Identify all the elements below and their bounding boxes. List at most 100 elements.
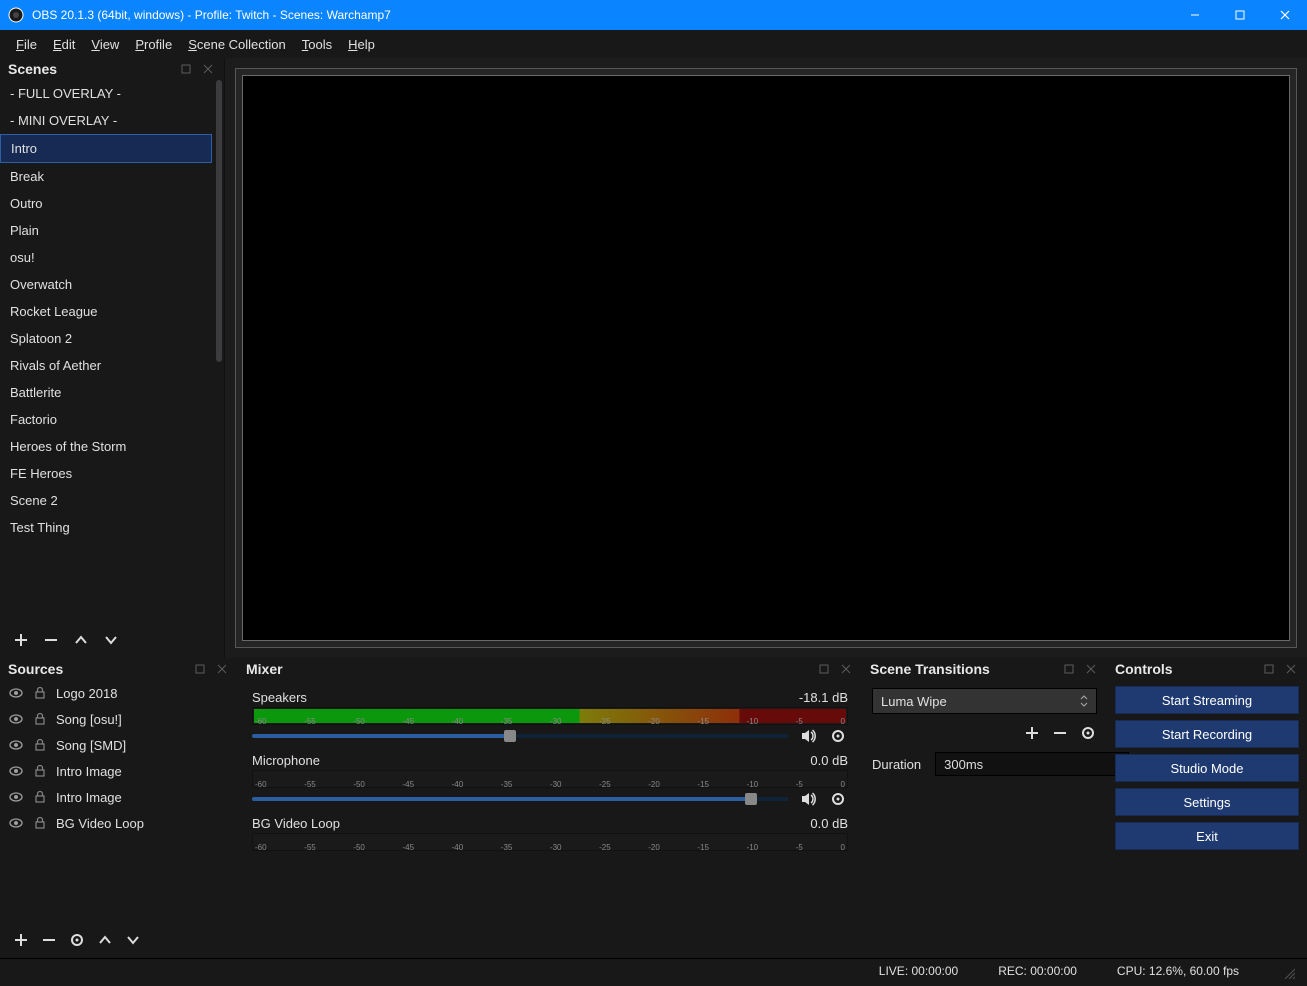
eye-icon[interactable] bbox=[8, 711, 24, 727]
duration-input[interactable] bbox=[935, 752, 1129, 776]
scene-item[interactable]: Outro bbox=[0, 190, 212, 217]
move-source-up-button[interactable] bbox=[96, 931, 114, 949]
control-button-start-recording[interactable]: Start Recording bbox=[1115, 720, 1299, 748]
menu-file[interactable]: File bbox=[8, 33, 45, 56]
gear-icon[interactable] bbox=[828, 726, 848, 746]
scene-item[interactable]: Heroes of the Storm bbox=[0, 433, 212, 460]
menu-tools[interactable]: Tools bbox=[294, 33, 340, 56]
control-button-studio-mode[interactable]: Studio Mode bbox=[1115, 754, 1299, 782]
mixer-panel: Mixer Speakers-18.1 dB-60-55-50-45-40-35… bbox=[238, 658, 862, 958]
controls-panel-title: Controls bbox=[1115, 661, 1173, 677]
speaker-icon[interactable] bbox=[798, 789, 818, 809]
scene-list[interactable]: - FULL OVERLAY -- MINI OVERLAY -IntroBre… bbox=[0, 80, 224, 622]
close-icon[interactable] bbox=[214, 661, 230, 677]
eye-icon[interactable] bbox=[8, 737, 24, 753]
volume-slider[interactable] bbox=[252, 797, 788, 801]
volume-slider[interactable] bbox=[252, 734, 788, 738]
lock-icon[interactable] bbox=[32, 685, 48, 701]
scene-item[interactable]: - FULL OVERLAY - bbox=[0, 80, 212, 107]
scene-item[interactable]: Rivals of Aether bbox=[0, 352, 212, 379]
close-icon[interactable] bbox=[1283, 661, 1299, 677]
source-item[interactable]: Song [osu!] bbox=[0, 706, 238, 732]
eye-icon[interactable] bbox=[8, 815, 24, 831]
lock-icon[interactable] bbox=[32, 815, 48, 831]
source-item[interactable]: BG Video Loop bbox=[0, 810, 238, 836]
lock-icon[interactable] bbox=[32, 763, 48, 779]
sources-list[interactable]: Logo 2018Song [osu!] Song [SMD] Intro Imag… bbox=[0, 680, 238, 922]
add-scene-button[interactable] bbox=[12, 631, 30, 649]
popout-icon[interactable] bbox=[192, 661, 208, 677]
preview-area bbox=[225, 58, 1307, 658]
scene-item[interactable]: Scene 2 bbox=[0, 487, 212, 514]
app-icon bbox=[6, 5, 26, 25]
transition-selected: Luma Wipe bbox=[881, 694, 947, 709]
speaker-icon[interactable] bbox=[798, 726, 818, 746]
eye-icon[interactable] bbox=[8, 763, 24, 779]
menu-profile[interactable]: Profile bbox=[127, 33, 180, 56]
add-source-button[interactable] bbox=[12, 931, 30, 949]
lock-icon[interactable] bbox=[32, 737, 48, 753]
mixer-body: Speakers-18.1 dB-60-55-50-45-40-35-30-25… bbox=[238, 680, 862, 958]
track-name: BG Video Loop bbox=[252, 816, 340, 831]
source-label: Song [SMD] bbox=[56, 738, 126, 753]
close-icon[interactable] bbox=[1083, 661, 1099, 677]
scene-item[interactable]: Rocket League bbox=[0, 298, 212, 325]
menu-edit[interactable]: Edit bbox=[45, 33, 83, 56]
control-button-start-streaming[interactable]: Start Streaming bbox=[1115, 686, 1299, 714]
scene-item[interactable]: osu! bbox=[0, 244, 212, 271]
popout-icon[interactable] bbox=[816, 661, 832, 677]
control-button-exit[interactable]: Exit bbox=[1115, 822, 1299, 850]
scene-item[interactable]: Intro bbox=[0, 134, 212, 163]
remove-transition-button[interactable] bbox=[1051, 724, 1069, 742]
popout-icon[interactable] bbox=[1061, 661, 1077, 677]
status-cpu: CPU: 12.6%, 60.00 fps bbox=[1117, 964, 1239, 978]
close-icon[interactable] bbox=[200, 61, 216, 77]
window-title: OBS 20.1.3 (64bit, windows) - Profile: T… bbox=[32, 8, 1172, 22]
scenes-panel-title: Scenes bbox=[8, 61, 57, 77]
lock-icon[interactable] bbox=[32, 789, 48, 805]
scene-item[interactable]: Battlerite bbox=[0, 379, 212, 406]
control-button-settings[interactable]: Settings bbox=[1115, 788, 1299, 816]
menu-scene-collection[interactable]: Scene Collection bbox=[180, 33, 294, 56]
menu-help[interactable]: Help bbox=[340, 33, 383, 56]
close-icon[interactable] bbox=[838, 661, 854, 677]
source-item[interactable]: Intro Image bbox=[0, 784, 238, 810]
popout-icon[interactable] bbox=[1261, 661, 1277, 677]
menu-view[interactable]: View bbox=[83, 33, 127, 56]
transitions-panel-title: Scene Transitions bbox=[870, 661, 990, 677]
scene-item[interactable]: - MINI OVERLAY - bbox=[0, 107, 212, 134]
scene-item[interactable]: Test Thing bbox=[0, 514, 212, 541]
eye-icon[interactable] bbox=[8, 789, 24, 805]
scene-item[interactable]: Factorio bbox=[0, 406, 212, 433]
scene-item[interactable]: Break bbox=[0, 163, 212, 190]
maximize-button[interactable] bbox=[1217, 0, 1262, 30]
popout-icon[interactable] bbox=[178, 61, 194, 77]
close-button[interactable] bbox=[1262, 0, 1307, 30]
scene-item[interactable]: FE Heroes bbox=[0, 460, 212, 487]
lock-icon[interactable] bbox=[32, 711, 48, 727]
transition-select[interactable]: Luma Wipe bbox=[872, 688, 1097, 714]
source-settings-button[interactable] bbox=[68, 931, 86, 949]
move-scene-down-button[interactable] bbox=[102, 631, 120, 649]
source-item[interactable]: Intro Image bbox=[0, 758, 238, 784]
mixer-track: Microphone0.0 dB-60-55-50-45-40-35-30-25… bbox=[252, 751, 848, 810]
eye-icon[interactable] bbox=[8, 685, 24, 701]
scene-item[interactable]: Plain bbox=[0, 217, 212, 244]
scene-item[interactable]: Overwatch bbox=[0, 271, 212, 298]
remove-scene-button[interactable] bbox=[42, 631, 60, 649]
resize-grip-icon[interactable] bbox=[1279, 963, 1295, 979]
statusbar: LIVE: 00:00:00 REC: 00:00:00 CPU: 12.6%,… bbox=[0, 958, 1307, 982]
sources-panel-title: Sources bbox=[8, 661, 63, 677]
audio-meter: -60-55-50-45-40-35-30-25-20-15-10-50 bbox=[252, 833, 848, 851]
add-transition-button[interactable] bbox=[1023, 724, 1041, 742]
move-scene-up-button[interactable] bbox=[72, 631, 90, 649]
gear-icon[interactable] bbox=[828, 789, 848, 809]
scene-item[interactable]: Splatoon 2 bbox=[0, 325, 212, 352]
source-item[interactable]: Logo 2018 bbox=[0, 680, 238, 706]
transition-settings-button[interactable] bbox=[1079, 724, 1097, 742]
move-source-down-button[interactable] bbox=[124, 931, 142, 949]
source-item[interactable]: Song [SMD] bbox=[0, 732, 238, 758]
remove-source-button[interactable] bbox=[40, 931, 58, 949]
minimize-button[interactable] bbox=[1172, 0, 1217, 30]
preview-canvas[interactable] bbox=[242, 75, 1290, 641]
